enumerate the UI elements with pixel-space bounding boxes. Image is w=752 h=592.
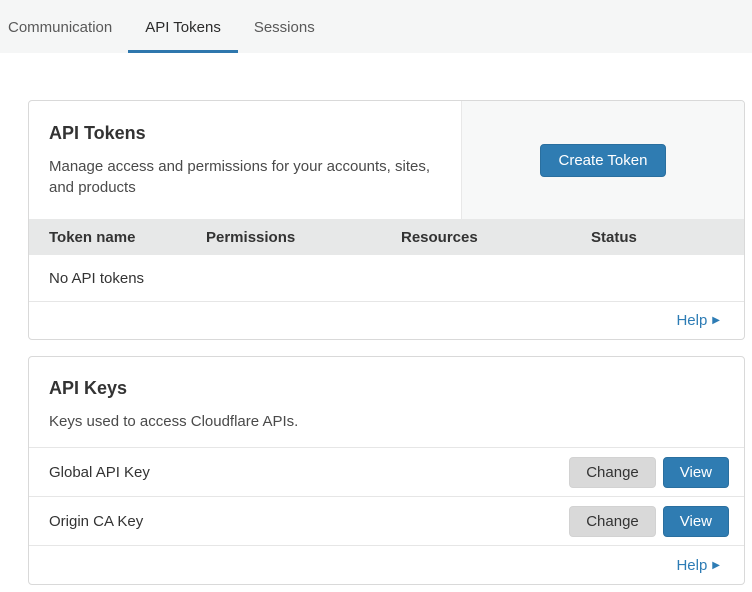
origin-ca-key-view-button[interactable]: View: [663, 506, 729, 537]
api-keys-card: API Keys Keys used to access Cloudflare …: [28, 356, 745, 585]
page-content: API Tokens Manage access and permissions…: [0, 53, 752, 585]
api-tokens-description: Manage access and permissions for your a…: [49, 156, 439, 198]
tokens-help-link[interactable]: Help ▶: [676, 312, 720, 329]
key-row-actions: Change View: [569, 457, 729, 488]
key-row-actions: Change View: [569, 506, 729, 537]
column-header-permissions: Permissions: [206, 229, 401, 246]
tab-communication[interactable]: Communication: [8, 0, 112, 53]
tokens-help-link-label: Help: [676, 312, 707, 329]
tab-sessions[interactable]: Sessions: [254, 0, 315, 53]
keys-card-footer: Help ▶: [29, 545, 744, 584]
tab-api-tokens[interactable]: API Tokens: [145, 0, 221, 53]
key-row-global-api-key: Global API Key Change View: [29, 447, 744, 496]
help-arrow-icon: ▶: [712, 315, 720, 326]
keys-help-link-label: Help: [676, 557, 707, 574]
global-api-key-change-button[interactable]: Change: [569, 457, 656, 488]
api-tokens-card: API Tokens Manage access and permissions…: [28, 100, 745, 340]
create-token-button[interactable]: Create Token: [540, 144, 667, 177]
help-arrow-icon: ▶: [712, 560, 720, 571]
column-header-token-name: Token name: [29, 229, 206, 246]
api-keys-title: API Keys: [49, 378, 724, 399]
api-tokens-card-header: API Tokens Manage access and permissions…: [29, 101, 744, 219]
api-tokens-card-header-text: API Tokens Manage access and permissions…: [29, 101, 461, 219]
keys-help-link[interactable]: Help ▶: [676, 557, 720, 574]
api-keys-description: Keys used to access Cloudflare APIs.: [49, 411, 439, 432]
api-keys-card-header: API Keys Keys used to access Cloudflare …: [29, 357, 744, 447]
tokens-empty-state: No API tokens: [29, 255, 744, 302]
column-header-resources: Resources: [401, 229, 591, 246]
tokens-table-header: Token name Permissions Resources Status: [29, 219, 744, 255]
key-row-origin-ca-key: Origin CA Key Change View: [29, 496, 744, 545]
key-name-label: Origin CA Key: [49, 513, 143, 530]
global-api-key-view-button[interactable]: View: [663, 457, 729, 488]
origin-ca-key-change-button[interactable]: Change: [569, 506, 656, 537]
key-name-label: Global API Key: [49, 464, 150, 481]
tab-bar: Communication API Tokens Sessions: [0, 0, 752, 53]
api-tokens-title: API Tokens: [49, 123, 441, 144]
column-header-status: Status: [591, 229, 744, 246]
tokens-card-footer: Help ▶: [29, 302, 744, 339]
api-tokens-card-header-actions: Create Token: [461, 101, 744, 219]
